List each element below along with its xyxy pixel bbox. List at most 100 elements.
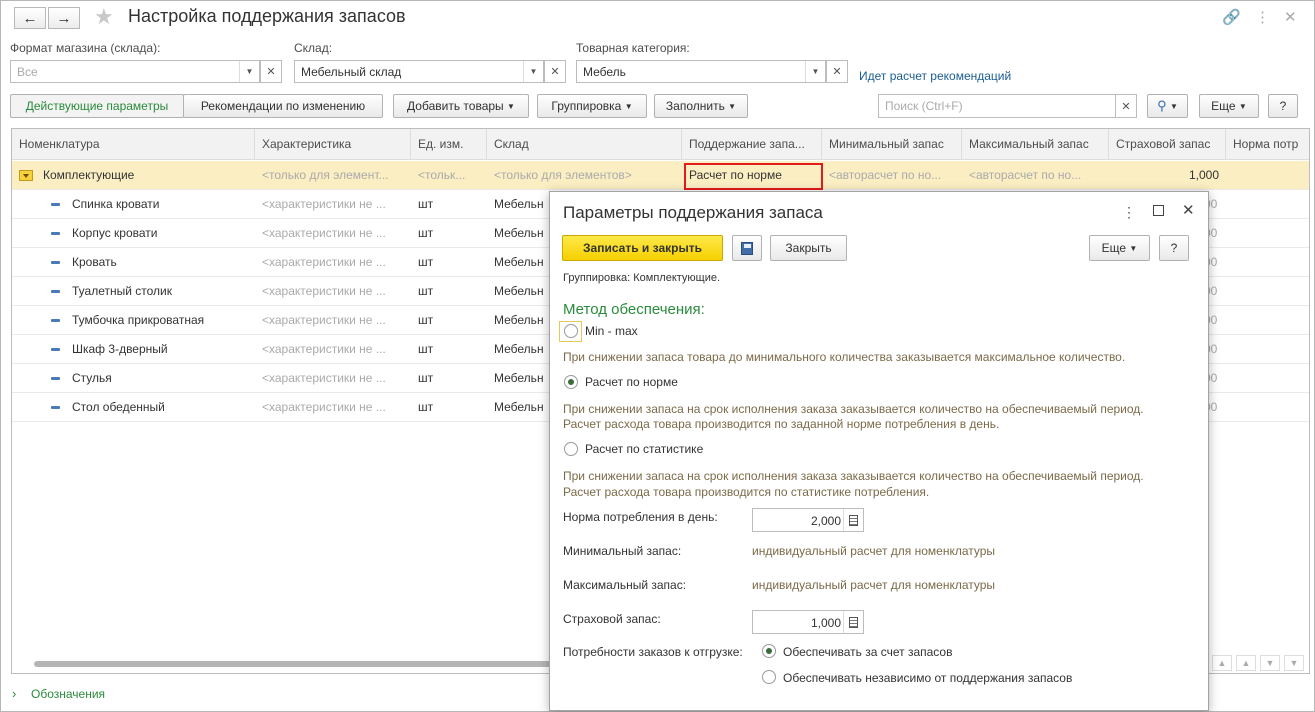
table-cell[interactable]: шт [411, 335, 487, 364]
column-header[interactable]: Номенклатура [12, 129, 255, 160]
table-cell[interactable]: шт [411, 393, 487, 422]
table-cell[interactable]: 1,000 [1109, 161, 1226, 190]
dialog-menu-icon[interactable]: ⋮ [1122, 204, 1136, 221]
table-cell[interactable]: <характеристики не ... [255, 335, 411, 364]
table-cell[interactable]: <характеристики не ... [255, 190, 411, 219]
norm-input[interactable]: 2,000 [752, 508, 864, 532]
table-cell[interactable]: <характеристики не ... [255, 219, 411, 248]
search-clear-button[interactable]: ✕ [1115, 94, 1137, 118]
column-header[interactable]: Характеристика [255, 129, 411, 160]
table-cell[interactable]: Мебельн [487, 190, 557, 219]
format-field[interactable]: Все ▼ [10, 60, 260, 83]
chevron-down-icon[interactable]: ▼ [805, 61, 825, 82]
table-cell[interactable]: Мебельн [487, 364, 557, 393]
table-cell[interactable]: <только для элементов> [487, 161, 682, 190]
radio-stat-label[interactable]: Расчет по статистике [585, 442, 703, 456]
column-header[interactable]: Норма потр [1226, 129, 1309, 160]
table-cell[interactable]: <характеристики не ... [255, 393, 411, 422]
scroll-last-icon[interactable]: ▼ [1284, 655, 1304, 671]
norm-label: Норма потребления в день: [563, 510, 718, 524]
safety-value: 1,000 [810, 616, 841, 630]
save-close-button[interactable]: Записать и закрыть [562, 235, 723, 261]
table-cell[interactable]: шт [411, 306, 487, 335]
scroll-up-icon[interactable]: ▲ [1236, 655, 1256, 671]
table-cell[interactable]: шт [411, 248, 487, 277]
column-header[interactable]: Ед. изм. [411, 129, 487, 160]
legend-link[interactable]: Обозначения [31, 687, 105, 701]
scroll-first-icon[interactable]: ▲ [1212, 655, 1232, 671]
forward-button[interactable]: → [48, 7, 80, 29]
table-cell[interactable]: Мебельн [487, 277, 557, 306]
table-cell[interactable]: <характеристики не ... [255, 248, 411, 277]
back-button[interactable]: ← [14, 7, 46, 29]
table-cell[interactable]: <авторасчет по но... [962, 161, 1109, 190]
minmax-hint: При снижении запаса товара до минимально… [563, 350, 1126, 364]
table-cell[interactable]: Мебельн [487, 306, 557, 335]
add-goods-button[interactable]: Добавить товары ▼ [393, 94, 529, 118]
radio-orders-stock-label[interactable]: Обеспечивать за счет запасов [783, 645, 952, 659]
radio-stat[interactable] [564, 442, 578, 456]
calculator-icon[interactable] [843, 611, 863, 633]
table-cell[interactable]: шт [411, 219, 487, 248]
radio-orders-independent-label[interactable]: Обеспечивать независимо от поддержания з… [783, 671, 1072, 685]
radio-norm[interactable] [564, 375, 578, 389]
column-header[interactable]: Страховой запас [1109, 129, 1226, 160]
menu-dots-icon[interactable]: ⋮ [1255, 8, 1270, 26]
close-button[interactable]: Закрыть [770, 235, 847, 261]
category-clear-button[interactable]: ✕ [826, 60, 848, 83]
table-cell[interactable]: <характеристики не ... [255, 306, 411, 335]
link-icon[interactable]: 🔗 [1222, 8, 1241, 26]
radio-orders-stock[interactable] [762, 644, 776, 658]
radio-orders-independent[interactable] [762, 670, 776, 684]
maximize-icon[interactable] [1153, 205, 1164, 216]
calc-status-link[interactable]: Идет расчет рекомендаций [859, 69, 1011, 83]
warehouse-clear-button[interactable]: ✕ [544, 60, 566, 83]
dialog-help-button[interactable]: ? [1159, 235, 1189, 261]
radio-norm-label[interactable]: Расчет по норме [585, 375, 678, 389]
dialog-more-button[interactable]: Еще ▼ [1089, 235, 1150, 261]
table-cell[interactable]: шт [411, 277, 487, 306]
table-cell[interactable]: <только для элемент... [255, 161, 411, 190]
grouping-button[interactable]: Группировка ▼ [537, 94, 647, 118]
safety-input[interactable]: 1,000 [752, 610, 864, 634]
column-header[interactable]: Поддержание запа... [682, 129, 822, 160]
table-cell[interactable]: шт [411, 364, 487, 393]
table-cell[interactable]: <характеристики не ... [255, 277, 411, 306]
table-cell[interactable]: Мебельн [487, 219, 557, 248]
radio-minmax-label[interactable]: Min - max [585, 324, 638, 338]
table-cell[interactable]: <авторасчет по но... [822, 161, 962, 190]
radio-minmax[interactable] [564, 324, 578, 338]
category-field[interactable]: Мебель ▼ [576, 60, 826, 83]
table-cell[interactable]: шт [411, 190, 487, 219]
arrow-right-icon: → [56, 9, 72, 27]
chevron-right-icon[interactable]: › [12, 686, 16, 701]
search-input[interactable]: Поиск (Ctrl+F) [878, 94, 1116, 118]
table-cell[interactable]: <характеристики не ... [255, 364, 411, 393]
warehouse-field[interactable]: Мебельный склад ▼ [294, 60, 544, 83]
column-header[interactable]: Склад [487, 129, 682, 160]
tab-recommendations[interactable]: Рекомендации по изменению [183, 94, 383, 118]
calculator-icon[interactable] [843, 509, 863, 531]
table-row-group[interactable]: Комплектующие <только для элемент... <то… [12, 161, 1309, 190]
favorite-star-icon[interactable]: ★ [94, 4, 114, 30]
chevron-down-icon[interactable]: ▼ [239, 61, 259, 82]
more-button[interactable]: Еще ▼ [1199, 94, 1259, 118]
grouping-info: Группировка: Комплектующие. [563, 272, 721, 284]
search-button[interactable]: ⚲ ▼ [1147, 94, 1188, 118]
column-header[interactable]: Максимальный запас [962, 129, 1109, 160]
table-cell[interactable]: Мебельн [487, 393, 557, 422]
fill-button[interactable]: Заполнить ▼ [654, 94, 748, 118]
table-cell[interactable]: Мебельн [487, 335, 557, 364]
close-icon[interactable]: ✕ [1284, 8, 1297, 26]
column-header[interactable]: Минимальный запас [822, 129, 962, 160]
tab-active-params[interactable]: Действующие параметры [10, 94, 184, 118]
save-button[interactable] [732, 235, 762, 261]
horizontal-scrollbar[interactable] [34, 661, 554, 667]
format-clear-button[interactable]: ✕ [260, 60, 282, 83]
table-cell[interactable]: <тольк... [411, 161, 487, 190]
scroll-down-icon[interactable]: ▼ [1260, 655, 1280, 671]
chevron-down-icon[interactable]: ▼ [523, 61, 543, 82]
table-cell[interactable]: Мебельн [487, 248, 557, 277]
help-button[interactable]: ? [1268, 94, 1298, 118]
close-icon[interactable]: ✕ [1182, 201, 1195, 219]
